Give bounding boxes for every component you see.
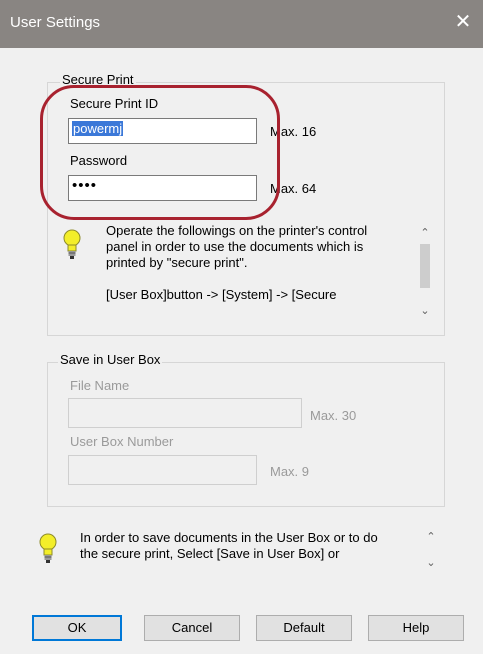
info-line: panel in order to use the documents whic… [106, 239, 364, 254]
user-box-number-max: Max. 9 [270, 464, 310, 479]
save-in-user-box-group-label: Save in User Box [58, 352, 163, 367]
user-settings-dialog: User Settings ✕ Secure Print Secure Prin… [0, 0, 483, 654]
info-line: Operate the followings on the printer's … [106, 223, 368, 238]
default-button[interactable]: Default [256, 615, 352, 641]
file-name-max: Max. 30 [310, 408, 357, 423]
lightbulb-icon [39, 533, 57, 563]
scroll-thumb[interactable] [420, 244, 430, 288]
highlight-annotation [40, 85, 280, 220]
title-bar: User Settings ✕ [0, 0, 483, 48]
ok-button[interactable]: OK [32, 615, 122, 641]
info-line: the secure print, Select [Save in User B… [80, 546, 340, 561]
scroll-down-icon[interactable]: ⌄ [416, 304, 434, 317]
cancel-button[interactable]: Cancel [144, 615, 240, 641]
user-box-number-label: User Box Number [70, 434, 174, 449]
lightbulb-icon [63, 229, 81, 259]
secure-print-info-text: Operate the followings on the printer's … [106, 223, 406, 303]
scroll-down-icon[interactable]: ⌄ [422, 556, 440, 569]
scroll-up-icon[interactable]: ⌃ [422, 530, 440, 543]
scroll-up-icon[interactable]: ⌃ [416, 226, 434, 239]
user-box-number-input[interactable] [68, 455, 257, 485]
bottom-info-scrollbar[interactable]: ⌃ ⌄ [422, 528, 440, 576]
info-scrollbar[interactable]: ⌃ ⌄ [416, 222, 434, 324]
help-button[interactable]: Help [368, 615, 464, 641]
info-line: In order to save documents in the User B… [80, 530, 378, 545]
file-name-label: File Name [70, 378, 130, 393]
file-name-input[interactable] [68, 398, 302, 428]
info-line: printed by "secure print". [106, 255, 248, 270]
window-title: User Settings [10, 14, 101, 31]
bottom-info-text: In order to save documents in the User B… [80, 530, 420, 562]
info-line: [User Box]button -> [System] -> [Secure [106, 287, 337, 302]
close-icon[interactable]: ✕ [451, 10, 475, 34]
